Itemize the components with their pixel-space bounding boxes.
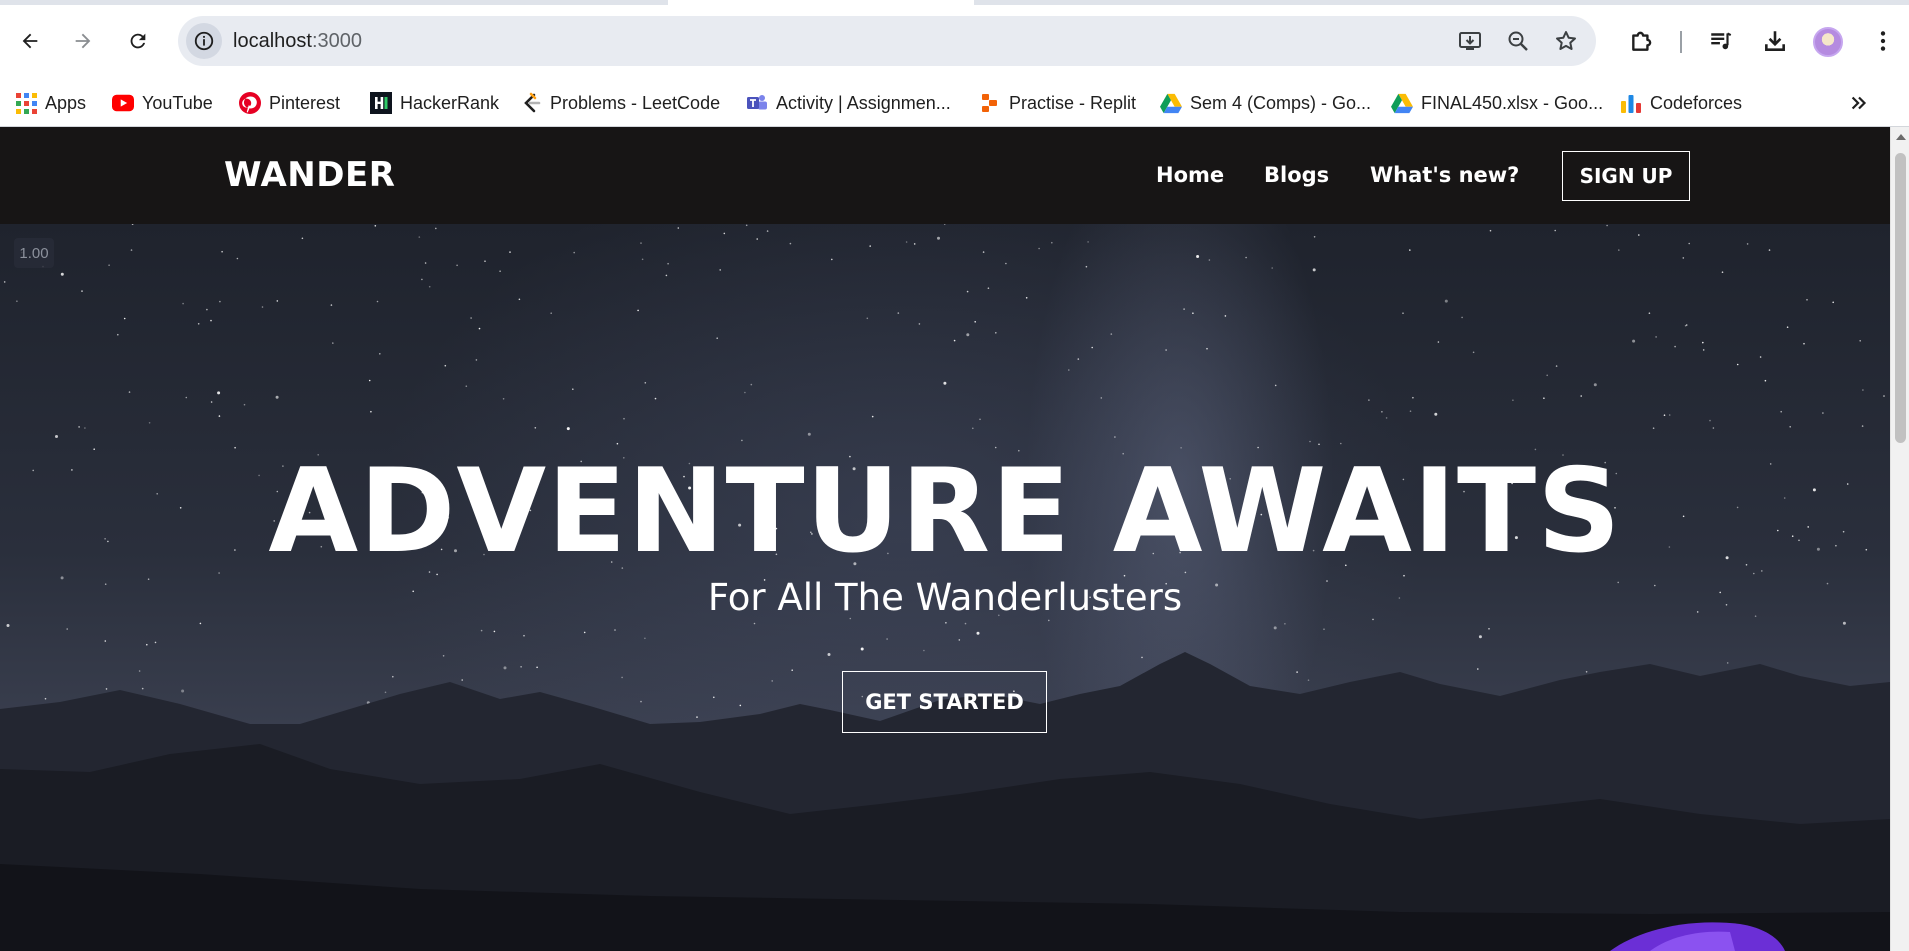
media-control-button[interactable] — [1703, 23, 1739, 59]
url-text[interactable]: localhost:3000 — [233, 16, 362, 66]
bookmark-label: Problems - LeetCode — [550, 92, 721, 113]
chevron-double-right-icon — [1851, 96, 1867, 110]
site-navbar: WANDER Home Blogs What's new? SIGN UP — [0, 127, 1890, 224]
zoom-out-icon — [1508, 31, 1528, 51]
leetcode-icon — [520, 92, 542, 114]
install-app-icon — [1459, 32, 1481, 50]
bookmark-sem4-drive[interactable]: Sem 4 (Comps) - Go... — [1160, 80, 1371, 126]
downloads-button[interactable] — [1757, 23, 1793, 59]
arrow-left-icon — [22, 33, 38, 49]
bookmark-leetcode[interactable]: Problems - LeetCode — [520, 80, 720, 126]
extensions-button[interactable] — [1624, 23, 1660, 59]
nav-link-whats-new[interactable]: What's new? — [1370, 127, 1519, 224]
info-icon — [194, 31, 214, 51]
bookmark-label: Activity | Assignmen... — [776, 92, 951, 113]
bookmark-replit[interactable]: Practise - Replit — [979, 80, 1136, 126]
bookmark-label: Sem 4 (Comps) - Go... — [1190, 92, 1372, 113]
back-button[interactable] — [12, 23, 48, 59]
url-host: localhost — [233, 30, 312, 52]
zoom-button[interactable] — [1502, 25, 1534, 57]
web-page: WANDER Home Blogs What's new? SIGN UP 1.… — [0, 127, 1890, 951]
download-icon — [1765, 31, 1785, 51]
bookmark-pinterest[interactable]: Pinterest — [239, 80, 340, 126]
browser-menu-button[interactable] — [1865, 23, 1901, 59]
reload-button[interactable] — [120, 23, 156, 59]
page-scrollbar[interactable] — [1890, 127, 1909, 951]
scroll-up-arrow-icon[interactable] — [1896, 134, 1906, 140]
google-drive-icon — [1160, 92, 1182, 114]
bookmark-label: FINAL450.xlsx - Goo... — [1421, 92, 1604, 113]
pinterest-icon — [239, 92, 261, 114]
install-app-button[interactable] — [1454, 25, 1486, 57]
bookmark-label: YouTube — [142, 92, 213, 113]
bookmark-hackerrank[interactable]: HackerRank — [370, 80, 499, 126]
bookmark-youtube[interactable]: YouTube — [112, 80, 213, 126]
codeforces-icon — [1620, 92, 1642, 114]
apps-grid-icon — [15, 92, 37, 114]
bookmark-apps[interactable]: Apps — [15, 80, 86, 126]
bookmark-codeforces[interactable]: Codeforces — [1620, 80, 1742, 126]
more-bookmarks-button[interactable] — [1848, 80, 1870, 126]
kebab-menu-icon — [1880, 31, 1886, 51]
teams-icon — [746, 92, 768, 114]
bookmark-label: HackerRank — [400, 92, 500, 113]
scrollbar-thumb[interactable] — [1895, 153, 1906, 443]
toolbar-separator — [1680, 31, 1682, 53]
nav-link-blogs[interactable]: Blogs — [1264, 127, 1329, 224]
queue-music-icon — [1711, 32, 1732, 50]
fps-badge: 1.00 — [14, 238, 54, 268]
nav-link-home[interactable]: Home — [1156, 127, 1224, 224]
forward-button[interactable] — [65, 23, 101, 59]
site-info-button[interactable] — [186, 23, 222, 59]
url-port: :3000 — [311, 30, 362, 52]
arrow-right-icon — [75, 33, 91, 49]
bookmark-label: Apps — [45, 92, 87, 113]
hackerrank-icon — [370, 92, 392, 114]
bookmark-label: Codeforces — [1650, 92, 1743, 113]
hero-title: ADVENTURE AWAITS — [268, 444, 1622, 579]
hero-section: 1.00 ADVENTURE AWAITS For All The Wander… — [0, 224, 1890, 951]
star-icon — [1556, 31, 1576, 50]
brand-logo[interactable]: WANDER — [224, 127, 395, 224]
hero-subtitle: For All The Wanderlusters — [707, 576, 1183, 619]
bookmark-teams-activity[interactable]: Activity | Assignmen... — [746, 80, 951, 126]
youtube-icon — [112, 92, 134, 114]
browser-toolbar: localhost:3000 — [0, 5, 1909, 80]
bookmark-label: Pinterest — [269, 92, 341, 113]
bookmark-star-button[interactable] — [1550, 25, 1582, 57]
replit-icon — [979, 92, 1001, 114]
reload-icon — [130, 33, 146, 49]
profile-avatar[interactable] — [1813, 27, 1843, 57]
address-bar[interactable]: localhost:3000 — [178, 16, 1596, 66]
browser-chrome: localhost:3000 Apps YouTube Pinterest Ha… — [0, 0, 1909, 127]
bookmarks-bar: Apps YouTube Pinterest HackerRank Proble… — [0, 80, 1909, 126]
get-started-button[interactable]: GET STARTED — [842, 671, 1047, 733]
bookmark-label: Practise - Replit — [1009, 92, 1137, 113]
sign-up-button[interactable]: SIGN UP — [1562, 151, 1690, 201]
puzzle-icon — [1632, 31, 1652, 51]
google-drive-icon — [1391, 92, 1413, 114]
bookmark-final450-sheet[interactable]: FINAL450.xlsx - Goo... — [1391, 80, 1603, 126]
